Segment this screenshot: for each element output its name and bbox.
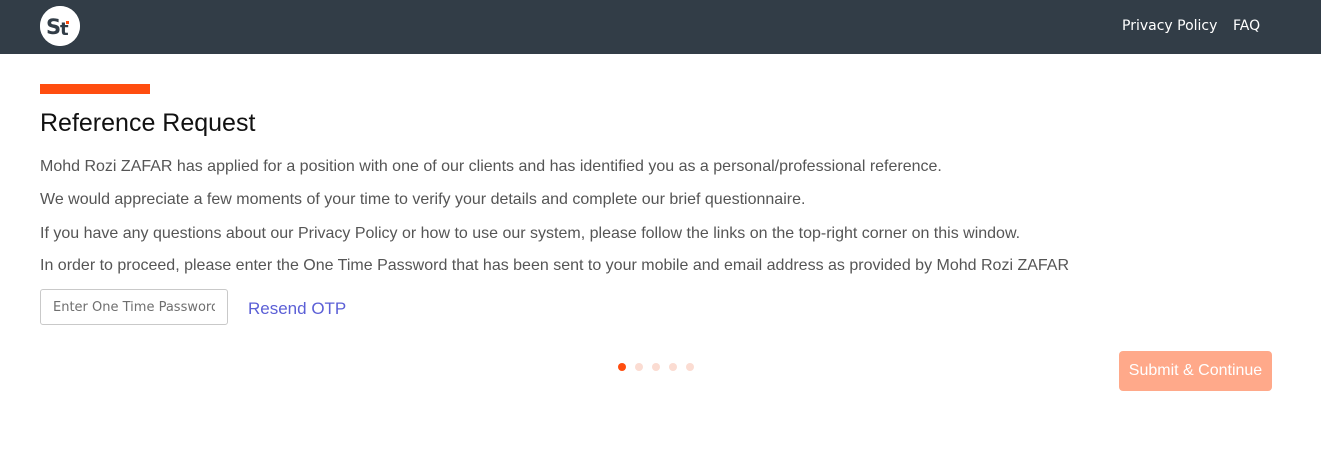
svg-text:S: S xyxy=(46,15,61,39)
intro-paragraph-4: In order to proceed, please enter the On… xyxy=(40,257,1069,274)
page-title: Reference Request xyxy=(40,109,256,137)
privacy-policy-link[interactable]: Privacy Policy xyxy=(1122,0,1217,54)
top-navbar: S t Privacy Policy FAQ xyxy=(0,0,1321,54)
otp-input[interactable] xyxy=(40,289,228,325)
faq-link[interactable]: FAQ xyxy=(1233,0,1260,54)
title-accent-bar xyxy=(40,84,150,94)
submit-continue-button[interactable]: Submit & Continue xyxy=(1119,351,1272,391)
progress-dot-4 xyxy=(669,363,677,371)
progress-dot-3 xyxy=(652,363,660,371)
resend-otp-link[interactable]: Resend OTP xyxy=(248,299,346,319)
st-logo-icon[interactable]: S t xyxy=(40,6,80,46)
intro-paragraph-2: We would appreciate a few moments of you… xyxy=(40,191,806,208)
intro-paragraph-1: Mohd Rozi ZAFAR has applied for a positi… xyxy=(40,158,942,175)
progress-dot-5 xyxy=(686,363,694,371)
progress-dot-1 xyxy=(618,363,626,371)
progress-dot-2 xyxy=(635,363,643,371)
intro-paragraph-3: If you have any questions about our Priv… xyxy=(40,225,1021,242)
step-progress-dots xyxy=(618,363,694,371)
